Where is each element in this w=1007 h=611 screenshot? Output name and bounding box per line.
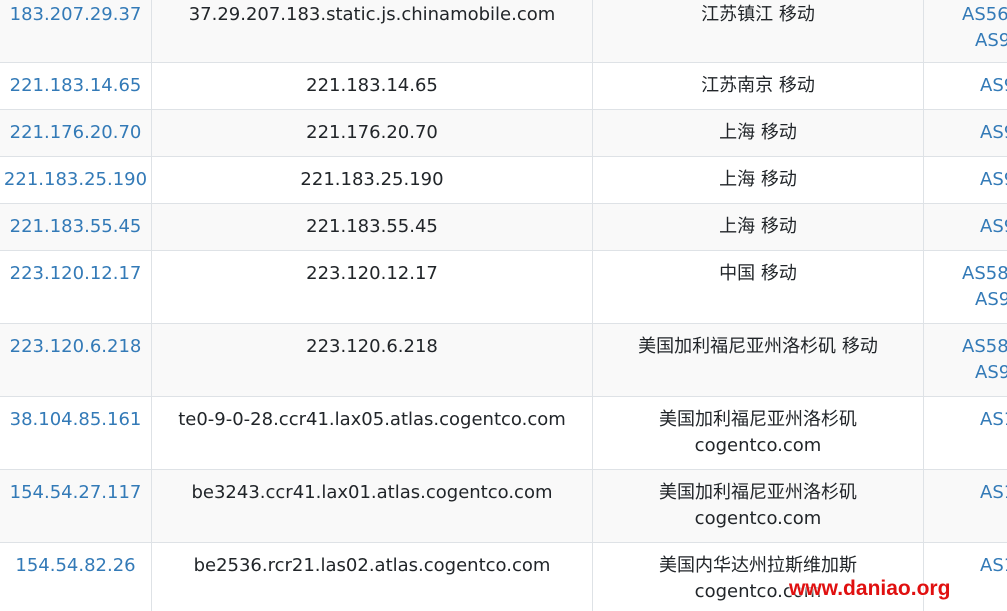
ip-cell: 183.207.29.37 xyxy=(0,0,151,62)
hostname-text: 221.183.25.190 xyxy=(300,169,444,190)
hostname-cell: 221.183.14.65 xyxy=(151,63,592,109)
asn-link[interactable]: AS1 xyxy=(980,553,1007,579)
hostname-cell: be3243.ccr41.lax01.atlas.cogentco.com xyxy=(151,470,592,542)
table-row: 221.183.25.190 221.183.25.190 上海 移动 AS9 xyxy=(0,157,1007,204)
location-cell: 美国加利福尼亚州洛杉矶 cogentco.com xyxy=(592,397,923,469)
ip-link[interactable]: 38.104.85.161 xyxy=(10,409,142,430)
traceroute-table: 183.207.29.37 37.29.207.183.static.js.chi… xyxy=(0,0,1007,611)
location-cell: 江苏南京 移动 xyxy=(592,63,923,109)
ip-cell: 221.176.20.70 xyxy=(0,110,151,156)
hostname-cell: te0-9-0-28.ccr41.lax05.atlas.cogentco.co… xyxy=(151,397,592,469)
ip-link[interactable]: 183.207.29.37 xyxy=(10,4,142,25)
table-row: 183.207.29.37 37.29.207.183.static.js.chi… xyxy=(0,0,1007,63)
hostname-text: 221.176.20.70 xyxy=(306,122,438,143)
location-text: 江苏镇江 移动 xyxy=(701,4,815,25)
table-row: 221.183.55.45 221.183.55.45 上海 移动 AS9 xyxy=(0,204,1007,251)
location-text: 美国加利福尼亚州洛杉矶 xyxy=(659,409,857,430)
location-cell: 江苏镇江 移动 xyxy=(592,0,923,62)
location-cell: 美国加利福尼亚州洛杉矶 cogentco.com xyxy=(592,470,923,542)
asn-link[interactable]: AS1 xyxy=(980,480,1007,506)
hostname-text: be2536.rcr21.las02.atlas.cogentco.com xyxy=(193,555,551,576)
asn-cell: AS58 AS9 xyxy=(923,324,1007,396)
asn-link[interactable]: AS9 xyxy=(980,167,1007,193)
table-row: 221.183.14.65 221.183.14.65 江苏南京 移动 AS9 xyxy=(0,63,1007,110)
location-text: 中国 移动 xyxy=(719,263,797,284)
hostname-cell: 221.183.25.190 xyxy=(151,157,592,203)
ip-cell: 154.54.82.26 xyxy=(0,543,151,611)
table-row: 223.120.6.218 223.120.6.218 美国加利福尼亚州洛杉矶 移动… xyxy=(0,324,1007,397)
ip-cell: 154.54.27.117 xyxy=(0,470,151,542)
location-text: 美国内华达州拉斯维加斯 xyxy=(659,555,857,576)
asn-link[interactable]: AS9 xyxy=(975,287,1007,313)
hostname-text: 221.183.14.65 xyxy=(306,75,438,96)
hostname-cell: 37.29.207.183.static.js.chinamobile.com xyxy=(151,0,592,62)
ip-cell: 223.120.6.218 xyxy=(0,324,151,396)
asn-cell: AS1 xyxy=(923,470,1007,542)
table-row: 38.104.85.161 te0-9-0-28.ccr41.lax05.atla… xyxy=(0,397,1007,470)
ip-cell: 223.120.12.17 xyxy=(0,251,151,323)
location-cell: 上海 移动 xyxy=(592,204,923,250)
asn-link[interactable]: AS58 xyxy=(962,334,1007,360)
hostname-text: 223.120.12.17 xyxy=(306,263,438,284)
hostname-cell: 223.120.6.218 xyxy=(151,324,592,396)
location-text: 上海 移动 xyxy=(719,169,797,190)
location-cell: 中国 移动 xyxy=(592,251,923,323)
asn-link[interactable]: AS9 xyxy=(975,28,1007,54)
ip-cell: 221.183.55.45 xyxy=(0,204,151,250)
ip-link[interactable]: 221.183.14.65 xyxy=(10,75,142,96)
ip-link[interactable]: 221.176.20.70 xyxy=(10,122,142,143)
location-cell: 上海 移动 xyxy=(592,110,923,156)
asn-cell: AS1 xyxy=(923,397,1007,469)
hostname-cell: 221.176.20.70 xyxy=(151,110,592,156)
asn-cell: AS56 AS9 xyxy=(923,0,1007,62)
ip-link[interactable]: 154.54.82.26 xyxy=(15,555,135,576)
location-cell: 上海 移动 xyxy=(592,157,923,203)
ip-cell: 221.183.25.190 xyxy=(0,157,151,203)
ip-link[interactable]: 154.54.27.117 xyxy=(10,482,142,503)
location-text: 美国加利福尼亚州洛杉矶 移动 xyxy=(638,336,878,357)
table-row: 154.54.27.117 be3243.ccr41.lax01.atlas.co… xyxy=(0,470,1007,543)
location-text: cogentco.com xyxy=(694,508,822,529)
hostname-text: 221.183.55.45 xyxy=(306,216,438,237)
hostname-text: 37.29.207.183.static.js.chinamobile.com xyxy=(188,4,556,25)
asn-cell: AS9 xyxy=(923,157,1007,203)
location-text: 江苏南京 移动 xyxy=(701,75,815,96)
asn-cell: AS9 xyxy=(923,110,1007,156)
asn-link[interactable]: AS1 xyxy=(980,407,1007,433)
site-watermark: www.daniao.org xyxy=(789,577,951,600)
asn-link[interactable]: AS56 xyxy=(962,2,1007,28)
location-text: 上海 移动 xyxy=(719,216,797,237)
location-text: 上海 移动 xyxy=(719,122,797,143)
ip-link[interactable]: 223.120.12.17 xyxy=(10,263,142,284)
ip-link[interactable]: 221.183.55.45 xyxy=(10,216,142,237)
asn-cell: AS9 xyxy=(923,204,1007,250)
location-text: 美国加利福尼亚州洛杉矶 xyxy=(659,482,857,503)
table-row: 221.176.20.70 221.176.20.70 上海 移动 AS9 xyxy=(0,110,1007,157)
asn-link[interactable]: AS9 xyxy=(980,120,1007,146)
location-text: cogentco.com xyxy=(694,435,822,456)
asn-link[interactable]: AS9 xyxy=(975,360,1007,386)
hostname-text: 223.120.6.218 xyxy=(306,336,438,357)
hostname-text: be3243.ccr41.lax01.atlas.cogentco.com xyxy=(191,482,553,503)
location-cell: 美国加利福尼亚州洛杉矶 移动 xyxy=(592,324,923,396)
hostname-cell: 221.183.55.45 xyxy=(151,204,592,250)
hostname-text: te0-9-0-28.ccr41.lax05.atlas.cogentco.co… xyxy=(178,409,566,430)
asn-link[interactable]: AS9 xyxy=(980,73,1007,99)
ip-cell: 221.183.14.65 xyxy=(0,63,151,109)
hostname-cell: 223.120.12.17 xyxy=(151,251,592,323)
ip-link[interactable]: 223.120.6.218 xyxy=(10,336,142,357)
ip-link[interactable]: 221.183.25.190 xyxy=(4,169,147,190)
asn-link[interactable]: AS58 xyxy=(962,261,1007,287)
ip-cell: 38.104.85.161 xyxy=(0,397,151,469)
asn-cell: AS58 AS9 xyxy=(923,251,1007,323)
asn-cell: AS9 xyxy=(923,63,1007,109)
asn-link[interactable]: AS9 xyxy=(980,214,1007,240)
hostname-cell: be2536.rcr21.las02.atlas.cogentco.com xyxy=(151,543,592,611)
table-row: 223.120.12.17 223.120.12.17 中国 移动 AS58 AS9 xyxy=(0,251,1007,324)
